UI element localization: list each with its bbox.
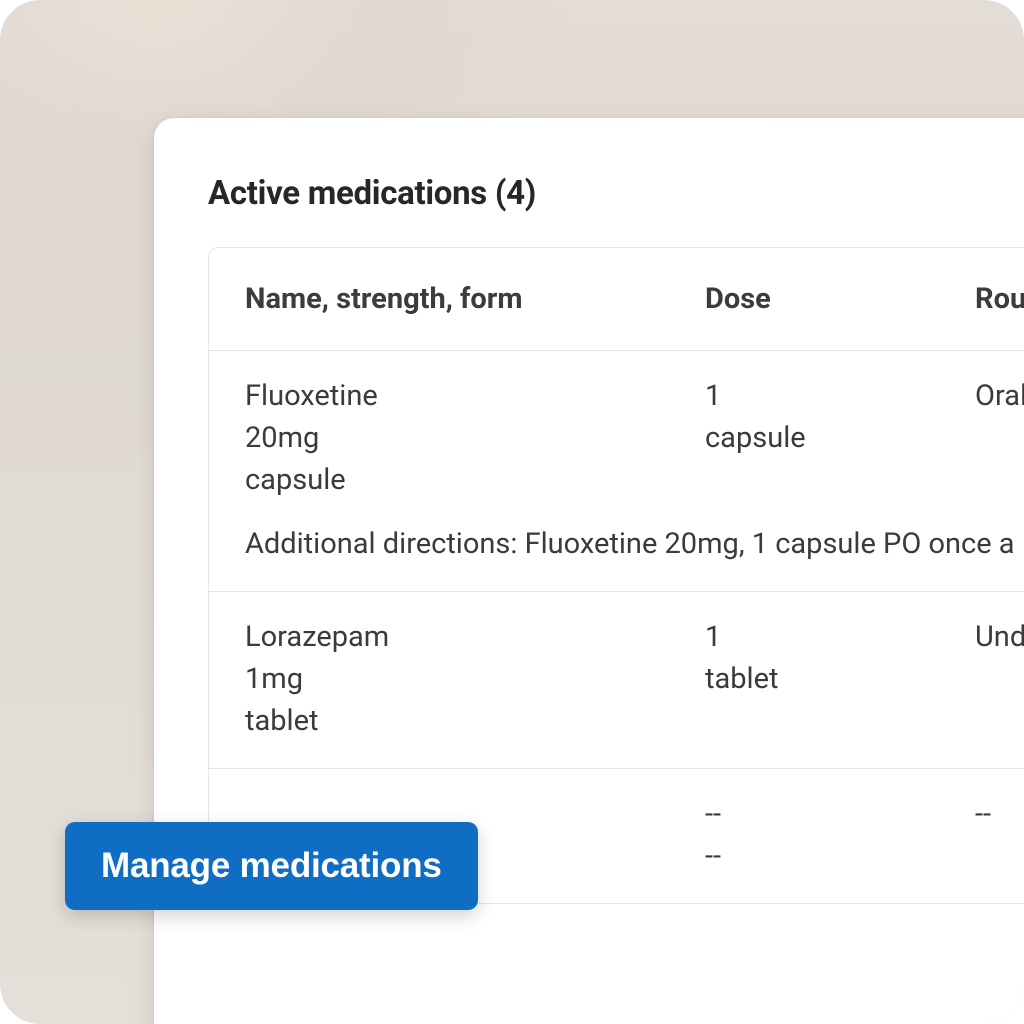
table-row: Lorazepam 1mg tablet 1 tablet Under xyxy=(209,591,1024,768)
col-header-dose: Dose xyxy=(705,278,975,320)
medications-table: Name, strength, form Dose Route Fluoxeti… xyxy=(208,247,1024,904)
dose-unit: capsule xyxy=(705,417,975,459)
cell-route: -- xyxy=(975,793,1024,877)
med-form: capsule xyxy=(245,459,705,501)
cell-dose: 1 capsule xyxy=(705,375,975,501)
med-name: Fluoxetine xyxy=(245,375,705,417)
additional-directions: Additional directions: Fluoxetine 20mg, … xyxy=(245,523,1024,565)
section-title: Active medications (4) xyxy=(208,174,1024,213)
cell-route: Under xyxy=(975,616,1024,742)
med-form: tablet xyxy=(245,700,705,742)
cell-name: Fluoxetine 20mg capsule xyxy=(245,375,705,501)
dose-unit: tablet xyxy=(705,658,975,700)
app-backdrop: Active medications (4) Name, strength, f… xyxy=(0,0,1024,1024)
cell-dose: 1 tablet xyxy=(705,616,975,742)
cell-name: Lorazepam 1mg tablet xyxy=(245,616,705,742)
dose-qty: 1 xyxy=(705,616,975,658)
med-strength: 20mg xyxy=(245,417,705,459)
manage-medications-button[interactable]: Manage medications xyxy=(65,822,478,910)
dose-qty: 1 xyxy=(705,375,975,417)
dose-qty: -- xyxy=(705,793,975,835)
med-name: Lorazepam xyxy=(245,616,705,658)
cell-route: Oral xyxy=(975,375,1024,501)
med-strength: 1mg xyxy=(245,658,705,700)
dose-unit: -- xyxy=(705,835,975,877)
table-row: Fluoxetine 20mg capsule 1 capsule Oral A… xyxy=(209,350,1024,591)
col-header-route: Route xyxy=(975,278,1024,320)
col-header-name: Name, strength, form xyxy=(245,278,705,320)
cell-dose: -- -- xyxy=(705,793,975,877)
table-header-row: Name, strength, form Dose Route xyxy=(209,248,1024,350)
